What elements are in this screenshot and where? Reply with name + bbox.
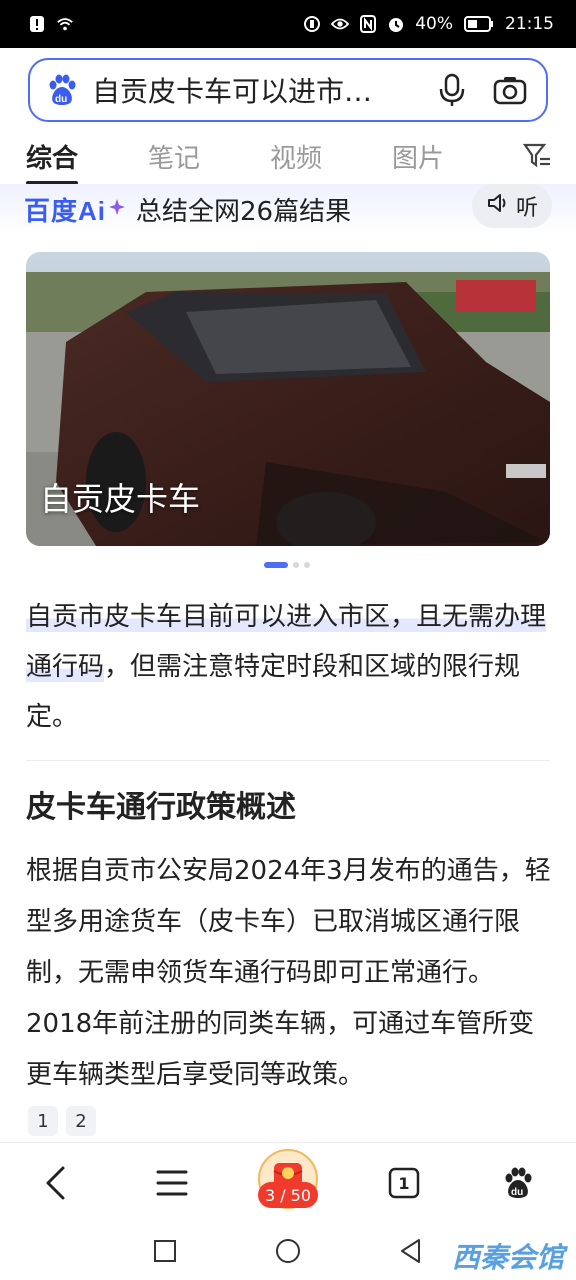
svg-text:du: du (511, 1187, 523, 1198)
listen-label: 听 (515, 196, 538, 221)
status-bar: 40% 21:15 (0, 0, 576, 48)
baidu-ai-logo: 百度Ai (24, 195, 107, 226)
carousel-dot (293, 562, 299, 568)
carousel-dot (304, 562, 310, 568)
reward-counter: 3 / 50 (258, 1182, 318, 1208)
result-tabs: 综合 笔记 视频 图片 (0, 132, 576, 185)
battery-icon (463, 15, 495, 33)
home-icon[interactable] (273, 1236, 303, 1266)
tabs-count-button[interactable]: 1 (380, 1159, 428, 1207)
wifi-icon (56, 15, 74, 33)
ai-summary-title: 总结全网26篇结果 (136, 196, 352, 227)
reference-link[interactable]: 1 (28, 1106, 58, 1136)
baidu-home-icon[interactable]: du (494, 1159, 542, 1207)
hero-caption: 自贡皮卡车 (40, 480, 201, 518)
reference-link[interactable]: 2 (66, 1106, 96, 1136)
battery-percent: 40% (415, 14, 453, 34)
clock: 21:15 (505, 14, 554, 34)
carousel-dot (264, 562, 288, 568)
search-bar[interactable]: du 自贡皮卡车可以进市… (28, 58, 548, 122)
search-input[interactable]: 自贡皮卡车可以进市… (92, 70, 416, 110)
voice-search-icon[interactable] (430, 68, 474, 112)
tab-images[interactable]: 图片 (392, 132, 444, 175)
carousel-indicator (264, 562, 310, 568)
eye-icon (331, 15, 350, 33)
nfc-icon (359, 15, 377, 33)
reference-list: 1 2 (28, 1106, 96, 1136)
section-heading: 皮卡车通行政策概述 (26, 790, 296, 825)
alert-icon (28, 15, 46, 33)
divider (26, 760, 550, 761)
listen-button[interactable]: 听 (472, 184, 552, 228)
alarm-icon (387, 15, 405, 33)
camera-search-icon[interactable] (488, 68, 532, 112)
tabs-count: 1 (398, 1173, 410, 1193)
watermark: 西秦会馆 (451, 1241, 564, 1274)
ai-summary-answer: 自贡市皮卡车目前可以进入市区，且无需办理通行码，但需注意特定时段和区域的限行规定… (26, 592, 554, 742)
speaker-icon (486, 192, 510, 220)
hero-image[interactable]: 自贡皮卡车 (26, 252, 550, 546)
back-icon[interactable] (32, 1159, 80, 1207)
tab-notes[interactable]: 笔记 (148, 132, 200, 175)
back-nav-icon[interactable] (396, 1236, 426, 1266)
recents-icon[interactable] (150, 1236, 180, 1266)
tab-videos[interactable]: 视频 (270, 132, 322, 175)
tab-all[interactable]: 综合 (26, 132, 79, 185)
filter-icon[interactable] (522, 140, 552, 174)
menu-icon[interactable] (148, 1159, 196, 1207)
sparkle-icon (108, 198, 126, 220)
section-paragraph: 根据自贡市公安局2024年3月发布的通告，轻型多用途货车（皮卡车）已取消城区通行… (26, 856, 551, 1090)
answer-highlight: 自贡市皮卡车目前可以进入市区，且无需 (26, 602, 495, 632)
baidu-logo-icon: du (44, 72, 80, 108)
svg-text:du: du (55, 94, 67, 105)
vibrate-icon (303, 15, 321, 33)
